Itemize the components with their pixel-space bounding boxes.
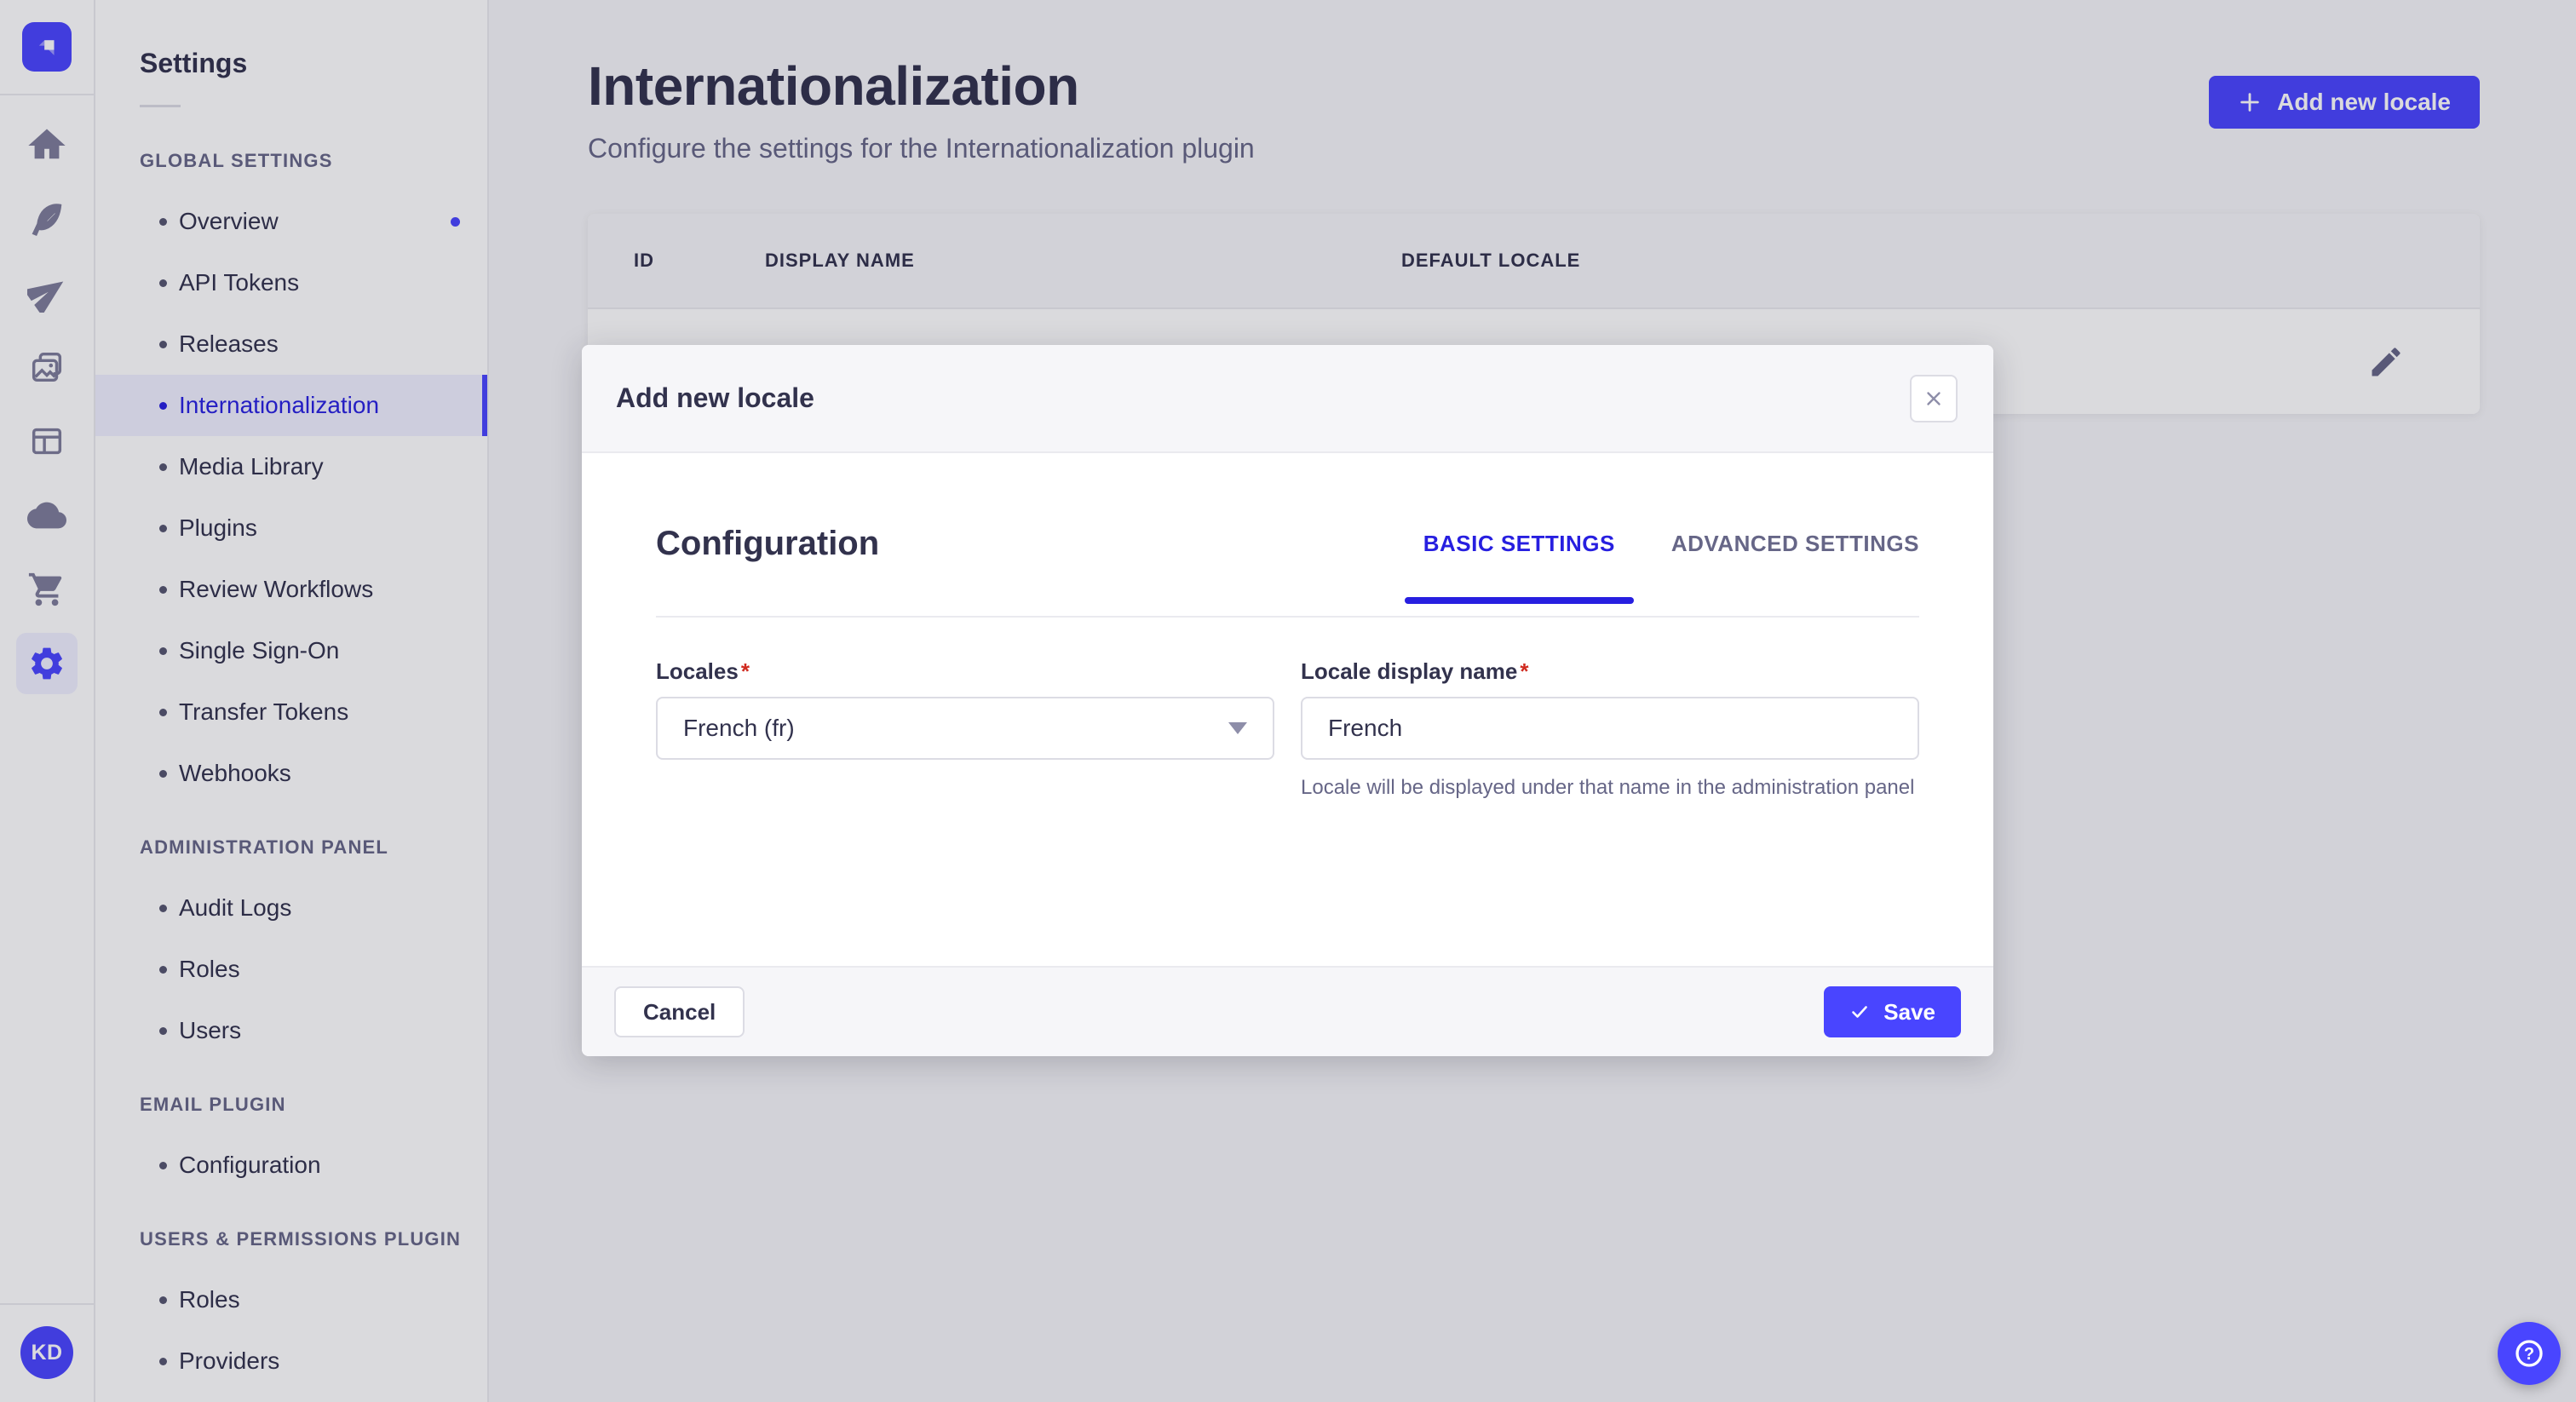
- form-fields: Locales * French (fr) Locale display name…: [656, 658, 1919, 803]
- check-icon: [1852, 1006, 1868, 1018]
- tab-advanced-settings[interactable]: ADVANCED SETTINGS: [1671, 531, 1919, 557]
- locales-field: Locales * French (fr): [656, 658, 1274, 803]
- help-button[interactable]: ?: [2498, 1322, 2561, 1385]
- display-name-field: Locale display name* Locale will be disp…: [1301, 658, 1919, 803]
- save-button[interactable]: Save: [1824, 986, 1961, 1037]
- display-name-hint: Locale will be displayed under that name…: [1301, 776, 1915, 799]
- modal-title: Add new locale: [616, 382, 814, 413]
- display-name-label: Locale display name *: [1301, 658, 1529, 684]
- section-divider: [656, 616, 1919, 618]
- configuration-title: Configuration: [656, 525, 880, 562]
- cancel-button[interactable]: Cancel: [614, 986, 745, 1037]
- required-asterisk: *: [740, 658, 750, 684]
- modal-header: Add new locale: [582, 345, 1993, 453]
- add-locale-modal: Add new locale Configuration BASIC SETTI…: [582, 345, 1993, 1056]
- modal-footer: Cancel Save: [582, 966, 1993, 1056]
- locales-select-value: French (fr): [683, 715, 795, 741]
- settings-tabs: BASIC SETTINGS ADVANCED SETTINGS: [1404, 531, 1919, 604]
- locales-label: Locales *: [656, 658, 750, 684]
- modal-body: Configuration BASIC SETTINGS ADVANCED SE…: [582, 453, 1993, 966]
- chevron-down-icon: [1228, 722, 1247, 734]
- required-asterisk: *: [1520, 658, 1529, 684]
- help-question-icon: ?: [2516, 1340, 2543, 1367]
- configuration-header: Configuration BASIC SETTINGS ADVANCED SE…: [656, 525, 1919, 604]
- svg-text:?: ?: [2524, 1345, 2534, 1364]
- tab-basic-settings[interactable]: BASIC SETTINGS: [1404, 531, 1634, 604]
- locales-select[interactable]: French (fr): [656, 697, 1274, 760]
- close-button[interactable]: [1910, 374, 1958, 422]
- save-label: Save: [1883, 998, 1935, 1025]
- display-name-input[interactable]: [1301, 697, 1919, 760]
- close-icon: [1927, 391, 1941, 405]
